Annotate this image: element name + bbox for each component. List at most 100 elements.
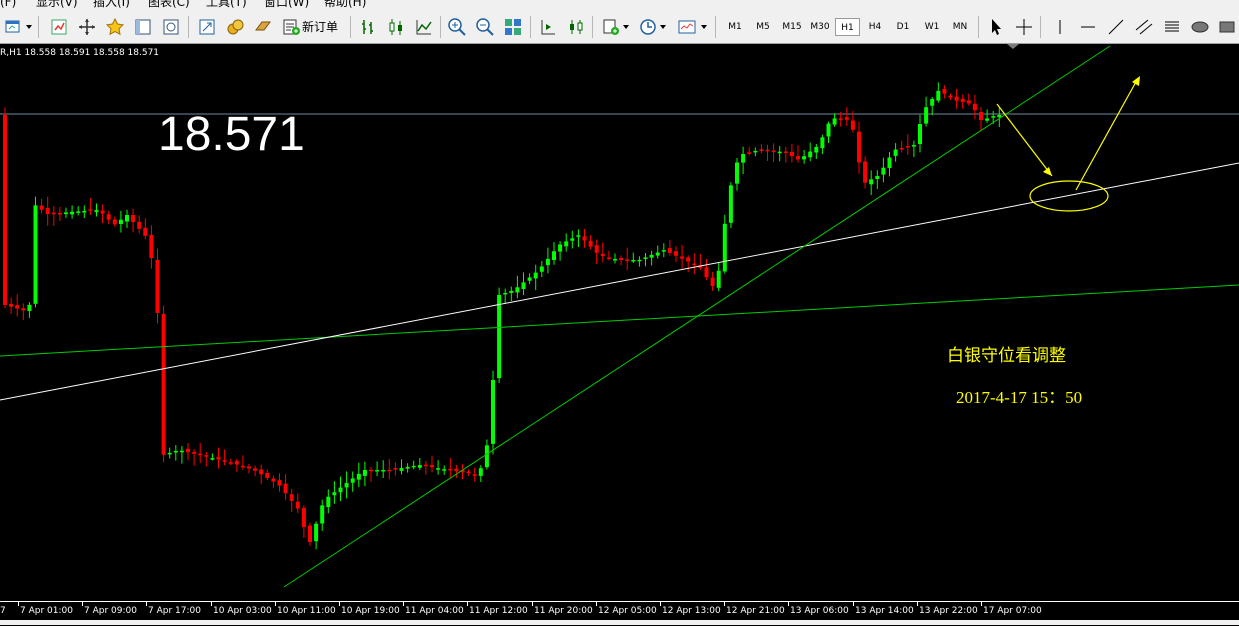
candle-body [716, 270, 721, 288]
candle-body [484, 445, 489, 468]
market-watch-icon[interactable] [48, 16, 70, 38]
candle-body [521, 282, 526, 290]
indicators-icon[interactable] [600, 16, 622, 38]
fibonacci-icon[interactable] [1161, 16, 1183, 38]
new-order-button[interactable]: 新订单 [302, 19, 338, 35]
candle-body [143, 227, 148, 236]
time-axis-label: 10 Apr 03:00 [213, 606, 272, 616]
time-axis-label: 10 Apr 11:00 [277, 606, 336, 616]
time-axis-label: 13 Apr 06:00 [790, 606, 849, 616]
timeframe-mn[interactable]: MN [946, 18, 974, 36]
candle-body [283, 483, 288, 494]
auto-scroll-icon[interactable] [537, 16, 559, 38]
favorites-icon[interactable] [104, 16, 126, 38]
scripts-icon[interactable] [252, 16, 274, 38]
menu-help[interactable]: 帮助(H) [324, 0, 366, 10]
candle-body [869, 179, 874, 185]
toolbar-separator [188, 16, 189, 38]
time-axis-label: 12 Apr 21:00 [726, 606, 785, 616]
line-chart-icon[interactable] [413, 16, 435, 38]
cursor-icon[interactable] [985, 16, 1007, 38]
new-chart-icon[interactable] [2, 16, 24, 38]
chart-shift-marker-icon[interactable] [1007, 44, 1019, 49]
menu-window[interactable]: 窗口(W) [264, 0, 309, 10]
candle-body [253, 468, 258, 471]
candle-body [594, 245, 599, 253]
tile-windows-icon[interactable] [502, 16, 524, 38]
history-icon[interactable] [224, 16, 246, 38]
down-arrow-line[interactable] [996, 103, 1053, 177]
time-axis-label: 12 Apr 05:00 [598, 606, 657, 616]
menu-charts[interactable]: 图表(C) [148, 0, 190, 10]
trendline-icon[interactable] [1105, 16, 1127, 38]
current-price-label: 18.571 [158, 108, 305, 161]
candle-body [314, 523, 319, 542]
equidistant-channel-icon[interactable] [1133, 16, 1155, 38]
annotation-date[interactable]: 2017-4-17 15：50 [956, 387, 1082, 409]
timeframe-m30[interactable]: M30 [806, 18, 834, 36]
candle-body [533, 272, 538, 279]
candle-body [375, 470, 380, 472]
strategy-tester-icon[interactable] [160, 16, 182, 38]
timeframe-h1[interactable]: H1 [835, 18, 860, 36]
timeframe-m1[interactable]: M1 [722, 18, 748, 36]
crosshair-icon[interactable] [1013, 16, 1035, 38]
candle-body [948, 95, 953, 98]
candle-body [15, 305, 20, 309]
horizontal-line-icon[interactable] [1077, 16, 1099, 38]
up-arrow-line[interactable] [1075, 79, 1138, 191]
time-axis-label: 11 Apr 12:00 [469, 606, 528, 616]
ellipse-icon[interactable] [1189, 16, 1211, 38]
menu-tools[interactable]: 工具(T) [206, 0, 247, 10]
candle-body [76, 211, 81, 213]
annotation-title[interactable]: 白银守位看调整 [947, 345, 1066, 367]
new-order-icon[interactable] [280, 16, 302, 38]
candle-body [887, 157, 892, 169]
timeframe-d1[interactable]: D1 [890, 18, 916, 36]
chart-shift-icon[interactable] [565, 16, 587, 38]
periods-dropdown-icon[interactable] [660, 25, 666, 29]
menu-view[interactable]: 显示(V) [36, 0, 78, 10]
candle-body [991, 116, 996, 118]
data-window-icon[interactable] [132, 16, 154, 38]
candle-body [881, 167, 886, 175]
candlestick-icon[interactable] [385, 16, 407, 38]
zoom-chart-icon[interactable] [196, 16, 218, 38]
candle-body [39, 205, 44, 210]
menu-insert[interactable]: 插入(I) [93, 0, 130, 10]
toolbar-separator [350, 16, 351, 38]
timeframe-w1[interactable]: W1 [918, 18, 946, 36]
candle-body [844, 117, 849, 120]
timeframe-m5[interactable]: M5 [750, 18, 776, 36]
toolbar-separator [592, 16, 593, 38]
toolbar-separator [38, 16, 39, 38]
green-rising-trendline[interactable] [283, 45, 1111, 588]
candle-body [649, 254, 654, 258]
candle-body [167, 452, 172, 455]
candle-body [960, 99, 965, 103]
vertical-line-icon[interactable] [1049, 16, 1071, 38]
indicators-dropdown-icon[interactable] [623, 25, 629, 29]
candle-body [613, 259, 617, 261]
zoom-out-icon[interactable] [474, 16, 496, 38]
menu-file[interactable]: (F) [0, 0, 16, 10]
timeframe-h4[interactable]: H4 [862, 18, 888, 36]
candle-body [783, 151, 788, 154]
candle-body [924, 107, 929, 124]
periods-icon[interactable] [637, 16, 659, 38]
new-chart-dropdown-icon[interactable] [26, 25, 32, 29]
navigator-icon[interactable] [76, 16, 98, 38]
zoom-in-icon[interactable] [446, 16, 468, 38]
toolbar-separator [1040, 16, 1041, 38]
templates-dropdown-icon[interactable] [701, 25, 707, 29]
candle-body [442, 469, 447, 471]
templates-icon[interactable] [676, 16, 698, 38]
candle-body [777, 151, 782, 154]
rectangle-icon[interactable] [1216, 16, 1238, 38]
candle-body [301, 507, 306, 528]
bar-chart-icon[interactable] [357, 16, 379, 38]
candle-body [911, 145, 916, 147]
candle-body [350, 478, 355, 483]
timeframe-m15[interactable]: M15 [778, 18, 806, 36]
candle-body [966, 100, 971, 104]
